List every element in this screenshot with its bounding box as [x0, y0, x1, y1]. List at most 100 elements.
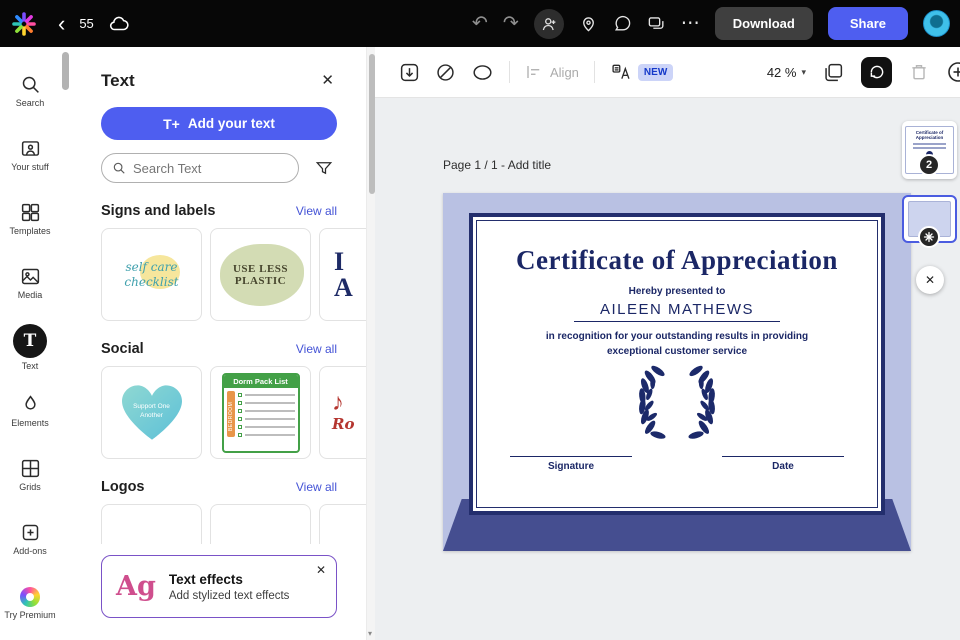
panel-close-icon[interactable]: ✕ [321, 71, 334, 89]
template-card-support-heart[interactable]: Support One Another [101, 366, 202, 459]
section-title: Logos [101, 479, 145, 495]
app-window: ‹ 55 ↶ ↷ ⋯ Download Share Search Your st… [0, 0, 960, 640]
certificate-recognition-text[interactable]: in recognition for your outstanding resu… [546, 330, 808, 359]
context-toolbar: Align NEW 42 % ▾ [375, 47, 960, 98]
template-card-partial-sign[interactable]: I A [319, 228, 366, 321]
sidebar-item-try-premium[interactable]: Try Premium [0, 571, 60, 635]
card-text: Ro [332, 415, 355, 433]
pages-button[interactable] [823, 62, 844, 83]
effects-close-icon[interactable]: ✕ [316, 563, 326, 577]
text-search-field[interactable] [101, 153, 299, 183]
align-label: Align [550, 64, 579, 80]
sidebar-item-elements[interactable]: Elements [0, 379, 60, 443]
template-card-self-care[interactable]: self care checklist [101, 228, 202, 321]
adobe-express-logo-icon[interactable] [12, 11, 36, 36]
align-icon [527, 66, 540, 78]
toolbar-divider [593, 61, 595, 83]
remove-background-button[interactable] [435, 62, 456, 83]
text-effects-sample: Ag [116, 571, 156, 602]
view-all-link[interactable]: View all [296, 480, 337, 494]
add-page-button[interactable] [946, 60, 960, 84]
person-icon [542, 17, 556, 30]
card-text: self care checklist [124, 259, 179, 289]
search-input[interactable] [133, 160, 273, 176]
deselect-close-button[interactable]: ✕ [916, 266, 944, 294]
doc-number: 55 [79, 16, 94, 31]
new-badge: NEW [637, 63, 674, 81]
social-card-row: Support One Another Dorm Pack List BEDRO… [101, 366, 366, 459]
certificate-title[interactable]: Certificate of Appreciation [516, 245, 838, 276]
view-all-link[interactable]: View all [296, 204, 337, 218]
align-button[interactable]: Align [525, 63, 579, 81]
pin-icon[interactable] [579, 14, 598, 33]
add-your-text-label: Add your text [187, 116, 275, 131]
sidebar-item-label: Templates [9, 226, 51, 236]
date-block[interactable]: Date [722, 456, 844, 472]
view-all-link[interactable]: View all [296, 342, 337, 356]
add-your-text-button[interactable]: T+ Add your text [101, 107, 337, 140]
canvas-area[interactable]: Page 1 / 1 - Add title Certificate of Ap… [375, 98, 960, 640]
translate-button[interactable]: NEW [610, 62, 674, 82]
text-effects-banner[interactable]: Ag Text effects Add stylized text effect… [101, 555, 337, 618]
sidebar-item-media[interactable]: Media [0, 251, 60, 315]
sidebar-item-label: Search [15, 98, 45, 108]
template-card-dorm-pack-list[interactable]: Dorm Pack List BEDROOM [210, 366, 311, 459]
sidebar-item-your-stuff[interactable]: Your stuff [0, 123, 60, 187]
comment-icon[interactable] [613, 14, 632, 33]
delete-button[interactable] [909, 62, 929, 82]
undo-icon[interactable]: ↶ [472, 14, 488, 33]
sidebar-item-search[interactable]: Search [0, 59, 60, 123]
scroll-down-icon[interactable]: ▾ [368, 629, 372, 638]
search-icon [22, 76, 39, 93]
panel-scrollbar[interactable]: ▾ [366, 47, 375, 640]
thumbnail-title: Certificate of Appreciation [915, 130, 944, 141]
media-icon [21, 268, 39, 285]
page-label[interactable]: Page 1 / 1 - Add title [443, 158, 551, 172]
cloud-sync-icon[interactable] [108, 13, 130, 35]
add-ons-icon [22, 524, 38, 541]
certificate-presented-to[interactable]: Hereby presented to [629, 286, 726, 297]
template-card-use-less-plastic[interactable]: USE LESS PLASTIC [210, 228, 311, 321]
template-card-partial-social[interactable]: ♪ Ro [319, 366, 366, 459]
replace-media-button[interactable] [399, 62, 420, 83]
history-tool-button[interactable] [861, 56, 892, 88]
section-signs-and-labels: Signs and labels View all [101, 203, 337, 219]
page-count-badge[interactable]: 2 [918, 154, 940, 176]
templates-icon [21, 203, 39, 222]
card-text: Support One Another [133, 402, 170, 419]
card-text: USE LESS PLASTIC [232, 262, 289, 287]
collaborate-button[interactable] [533, 8, 564, 39]
share-button[interactable]: Share [827, 7, 908, 40]
sidebar-item-label: Elements [11, 418, 49, 428]
premium-icon [20, 586, 40, 607]
sidebar-item-text[interactable]: T Text [0, 315, 60, 379]
dorm-list-lines [237, 391, 295, 437]
section-social: Social View all [101, 341, 337, 357]
zoom-control[interactable]: 42 % ▾ [767, 65, 806, 80]
certificate-recipient[interactable]: AILEEN MATHEWS [573, 301, 781, 322]
avatar[interactable] [923, 10, 950, 37]
rail-scrollbar-thumb[interactable] [62, 52, 69, 90]
redo-icon[interactable]: ↷ [503, 14, 519, 33]
sidebar-item-label: Grids [19, 482, 41, 492]
sidebar-item-add-ons[interactable]: Add-ons [0, 507, 60, 571]
template-badge[interactable] [918, 226, 940, 248]
download-button[interactable]: Download [714, 7, 813, 40]
shape-crop-button[interactable] [471, 62, 494, 83]
left-rail: Search Your stuff Templates Media T Text… [0, 47, 60, 640]
signature-block[interactable]: Signature [510, 456, 632, 472]
card-text: I A [334, 246, 353, 302]
sidebar-item-templates[interactable]: Templates [0, 187, 60, 251]
certificate-design[interactable]: Certificate of Appreciation Hereby prese… [443, 193, 911, 551]
panel-scrollbar-thumb[interactable] [368, 54, 375, 194]
laurel-wreath-icon[interactable] [625, 364, 729, 442]
sidebar-item-grids[interactable]: Grids [0, 443, 60, 507]
filter-icon[interactable] [315, 159, 333, 177]
section-title: Signs and labels [101, 203, 216, 219]
back-chevron-icon[interactable]: ‹ [58, 12, 65, 35]
chat-icon[interactable] [647, 14, 666, 33]
search-icon [113, 162, 125, 174]
elements-icon [24, 395, 36, 410]
more-options-icon[interactable]: ⋯ [681, 14, 700, 33]
toolbar-divider [509, 61, 510, 83]
